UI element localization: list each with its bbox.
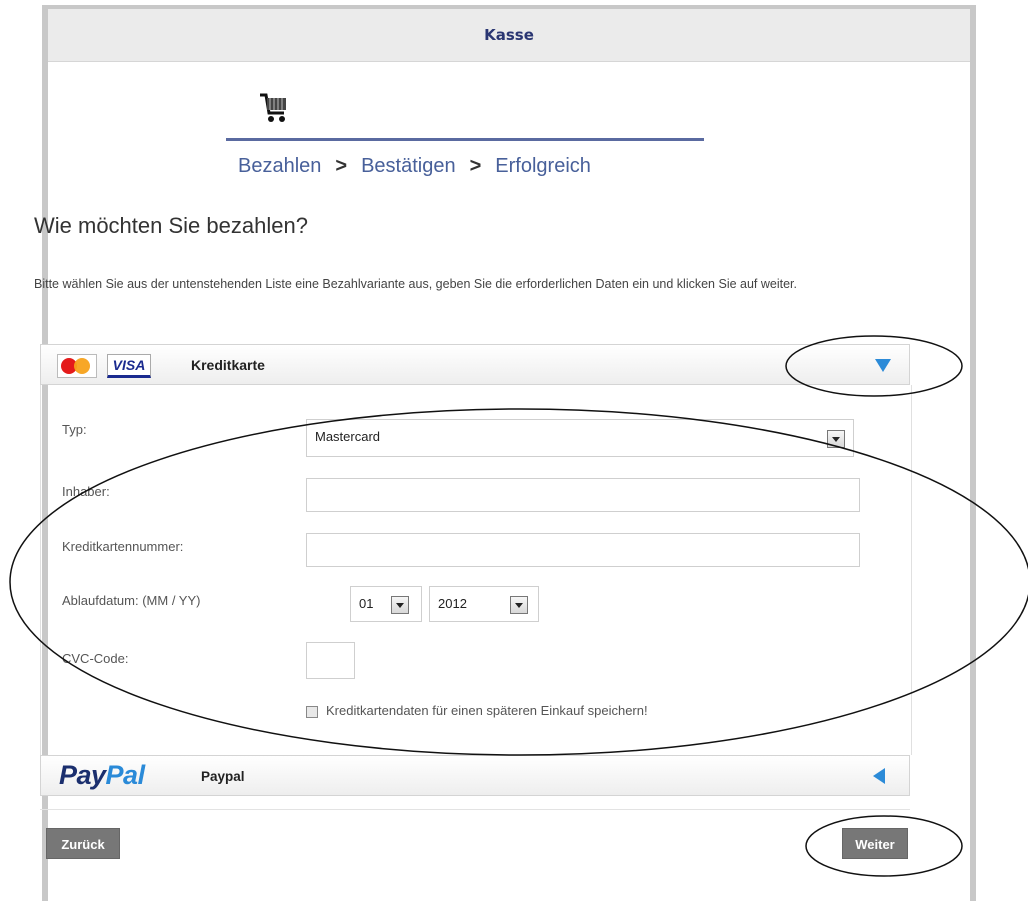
card-type-value: Mastercard [315, 429, 381, 444]
expiry-label: Ablaufdatum: (MM / YY) [62, 593, 201, 608]
progress-line [226, 138, 704, 141]
chevron-down-icon[interactable] [391, 596, 409, 614]
back-button[interactable]: Zurück [46, 828, 120, 859]
payment-question: Wie möchten Sie bezahlen? [34, 213, 308, 238]
step-separator: > [469, 155, 482, 177]
shopping-cart-icon [260, 93, 286, 122]
expiry-month-select[interactable]: 01 [350, 586, 422, 622]
step-separator: > [335, 155, 348, 177]
holder-label: Inhaber: [62, 484, 110, 499]
expand-arrow-left-icon[interactable] [873, 768, 885, 784]
mastercard-logo [57, 354, 97, 378]
expiry-year-select[interactable]: 2012 [429, 586, 539, 622]
method-paypal-header[interactable]: PayPal Paypal [40, 755, 910, 796]
step-bezahlen: Bezahlen [238, 155, 322, 177]
save-card-checkbox[interactable] [306, 706, 318, 718]
next-button[interactable]: Weiter [842, 828, 908, 859]
cvc-input[interactable] [306, 642, 355, 679]
cvc-label: CVC-Code: [62, 651, 129, 666]
page-title: Kasse [48, 9, 970, 62]
chevron-down-icon[interactable] [510, 596, 528, 614]
payment-instructions: Bitte wählen Sie aus der untenstehenden … [34, 277, 797, 291]
cardnumber-label: Kreditkartennummer: [62, 539, 184, 554]
step-erfolgreich: Erfolgreich [495, 155, 591, 177]
card-type-select[interactable]: Mastercard [306, 419, 854, 457]
expand-arrow-down-icon[interactable] [875, 359, 891, 372]
cardnumber-input[interactable] [306, 533, 860, 567]
type-label: Typ: [62, 422, 87, 437]
progress-steps: Bezahlen > Bestätigen > Erfolgreich [238, 155, 591, 178]
visa-logo: VISA [107, 354, 151, 378]
holder-input[interactable] [306, 478, 860, 512]
method-paypal-label: Paypal [201, 769, 245, 784]
expiry-month-value: 01 [359, 596, 374, 611]
method-kreditkarte-label: Kreditkarte [191, 357, 265, 373]
chevron-down-icon[interactable] [827, 430, 845, 448]
save-card-label: Kreditkartendaten für einen späteren Ein… [326, 703, 648, 718]
paypal-logo: PayPal [59, 760, 145, 790]
method-kreditkarte-header[interactable]: VISA Kreditkarte [40, 344, 910, 385]
step-bestaetigen: Bestätigen [361, 155, 456, 177]
divider [40, 809, 910, 810]
expiry-year-value: 2012 [438, 596, 467, 611]
